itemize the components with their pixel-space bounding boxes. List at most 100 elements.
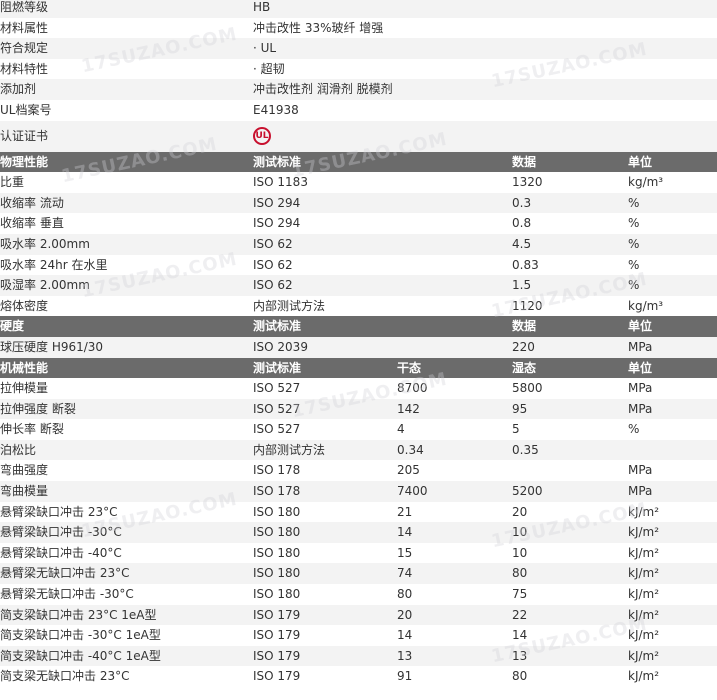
- table-cell: 泊松比: [0, 442, 37, 457]
- table-cell: MPa: [628, 339, 653, 354]
- table-cell: 吸水率 24hr 在水里: [0, 257, 108, 272]
- table-cell: ISO 179: [253, 607, 301, 622]
- table-cell: 0.3: [512, 195, 532, 210]
- table-cell: 14: [397, 628, 413, 643]
- table-cell: 13: [397, 648, 413, 663]
- table-cell: 21: [397, 504, 413, 519]
- table-cell: 内部测试方法: [253, 298, 326, 313]
- table-cell: 80: [397, 587, 413, 602]
- table-cell: 悬臂梁无缺口冲击 -30°C: [0, 587, 134, 602]
- table-cell: 拉伸模量: [0, 381, 49, 396]
- table-cell: 吸水率 2.00mm: [0, 236, 90, 251]
- column-header: 测试标准: [253, 360, 302, 375]
- table-cell: %: [628, 422, 640, 437]
- column-header: 单位: [628, 154, 653, 169]
- table-cell: ISO 62: [253, 236, 293, 251]
- table-cell: 22: [512, 607, 528, 622]
- table-cell: 0.83: [512, 257, 539, 272]
- table-cell: 熔体密度: [0, 298, 49, 313]
- table-cell: 收缩率 垂直: [0, 216, 64, 231]
- column-header: 单位: [628, 319, 653, 334]
- table-cell: ISO 180: [253, 545, 301, 560]
- table-cell: kJ/m²: [628, 566, 660, 581]
- column-header: 干态: [397, 360, 422, 375]
- table-cell: 10: [512, 525, 528, 540]
- table-cell: ISO 179: [253, 669, 301, 684]
- info-section: 阻燃等级 HB 材料属性 冲击改性 33%玻纤 增强 符合规定 · UL 材料特性 · …: [0, 0, 717, 152]
- table-cell: ISO 62: [253, 257, 293, 272]
- table-cell: ISO 178: [253, 484, 301, 499]
- table-cell: 弯曲模量: [0, 484, 49, 499]
- table-cell: ISO 180: [253, 587, 301, 602]
- table-cell: 吸湿率 2.00mm: [0, 278, 90, 293]
- table-cell: 悬臂梁缺口冲击 23°C: [0, 504, 118, 519]
- table-cell: ISO 62: [253, 278, 293, 293]
- table-cell: 7400: [397, 484, 428, 499]
- table-row: 简支梁无缺口冲击 23°C ISO 179 91 80 kJ/m²: [0, 666, 717, 687]
- table-cell: kg/m³: [628, 175, 664, 190]
- table-cell: 简支梁缺口冲击 23°C 1eA型: [0, 607, 157, 622]
- table-cell: 1120: [512, 298, 543, 313]
- table-row: 泊松比 内部测试方法 0.34 0.35: [0, 439, 717, 461]
- table-row: 简支梁缺口冲击 23°C 1eA型 ISO 179 20 22 kJ/m²: [0, 604, 717, 626]
- table-row: 拉伸模量 ISO 527 8700 5800 MPa: [0, 378, 717, 399]
- table-cell: kJ/m²: [628, 628, 660, 643]
- table-row: 拉伸强度 断裂 ISO 527 142 95 MPa: [0, 398, 717, 420]
- table-cell: ISO 179: [253, 648, 301, 663]
- table-cell: 简支梁缺口冲击 -30°C 1eA型: [0, 628, 161, 643]
- table-cell: 20: [512, 504, 528, 519]
- table-cell: 5: [512, 422, 520, 437]
- table-cell: ISO 179: [253, 628, 301, 643]
- table-row: 弯曲模量 ISO 178 7400 5200 MPa: [0, 481, 717, 502]
- table-cell: ISO 294: [253, 195, 301, 210]
- table-cell: ISO 180: [253, 525, 301, 540]
- table-row: 悬臂梁无缺口冲击 -30°C ISO 180 80 75 kJ/m²: [0, 584, 717, 605]
- table-cell: ISO 2039: [253, 339, 308, 354]
- table-row: 熔体密度 内部测试方法 1120 kg/m³: [0, 296, 717, 317]
- info-row: 材料特性 · 超韧: [0, 61, 285, 76]
- column-header: 测试标准: [253, 154, 302, 169]
- table-cell: 简支梁缺口冲击 -40°C 1eA型: [0, 648, 161, 663]
- table-cell: 8700: [397, 381, 428, 396]
- column-header: 硬度: [0, 319, 25, 334]
- table-row: 吸水率 24hr 在水里 ISO 62 0.83%: [0, 255, 717, 276]
- table-cell: 95: [512, 401, 528, 416]
- table-cell: 75: [512, 587, 528, 602]
- table-row: 弯曲强度 ISO 178 205 MPa: [0, 460, 717, 481]
- table-cell: 4.5: [512, 236, 532, 251]
- table-cell: 142: [397, 401, 420, 416]
- table-cell: %: [628, 216, 640, 231]
- table-cell: %: [628, 257, 640, 272]
- table-cell: 15: [397, 545, 413, 560]
- table-cell: 收缩率 流动: [0, 195, 64, 210]
- table-cell: ISO 527: [253, 401, 301, 416]
- table-cell: 220: [512, 339, 535, 354]
- table-cell: 74: [397, 566, 413, 581]
- table-row: 悬臂梁缺口冲击 23°C ISO 180 21 20 kJ/m²: [0, 502, 717, 523]
- table-cell: 简支梁无缺口冲击 23°C: [0, 669, 130, 684]
- table-cell: 13: [512, 648, 528, 663]
- table-cell: 0.35: [512, 442, 539, 457]
- table-cell: ISO 527: [253, 422, 301, 437]
- table-cell: ISO 294: [253, 216, 301, 231]
- table-cell: kJ/m²: [628, 669, 660, 684]
- table-row: 悬臂梁无缺口冲击 23°C ISO 180 74 80 kJ/m²: [0, 563, 717, 585]
- material-datasheet: 阻燃等级 HB 材料属性 冲击改性 33%玻纤 增强 符合规定 · UL 材料特性 · …: [0, 0, 717, 687]
- table-cell: 91: [397, 669, 413, 684]
- ul-logo-icon[interactable]: UL: [253, 126, 271, 145]
- table-cell: MPa: [628, 401, 653, 416]
- table-cell: 80: [512, 566, 528, 581]
- table-cell: MPa: [628, 484, 653, 499]
- table-cell: %: [628, 278, 640, 293]
- column-header: 湿态: [512, 360, 537, 375]
- table-cell: ISO 527: [253, 381, 301, 396]
- table-cell: ISO 178: [253, 463, 301, 478]
- table-cell: 球压硬度 H961/30: [0, 339, 104, 354]
- table-cell: 14: [512, 628, 528, 643]
- table-row: 伸长率 断裂 ISO 527 4 5%: [0, 419, 717, 440]
- table-row: 球压硬度 H961/30 ISO 2039 220 MPa: [0, 336, 717, 358]
- property-tables: 物理性能 测试标准 数据 单位 比重 ISO 1183 1320 kg/m³ 收缩率 流动 ISO…: [0, 151, 717, 687]
- table-cell: ISO 1183: [253, 175, 308, 190]
- table-cell: 悬臂梁缺口冲击 -30°C: [0, 525, 122, 540]
- column-header: 物理性能: [0, 154, 49, 169]
